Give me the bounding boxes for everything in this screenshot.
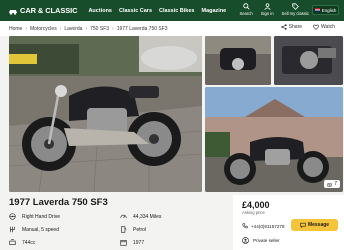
car-logo-icon <box>9 9 17 15</box>
breadcrumb: Home › Motorcycles › Laverda › 750 SF3 ›… <box>9 26 168 32</box>
search-icon <box>242 3 250 10</box>
photo-count-badge[interactable]: 7 <box>324 180 340 188</box>
listing-actions: Share Watch <box>280 24 335 30</box>
photo-gallery: 7 <box>9 36 343 192</box>
seller-type: Private seller <box>253 238 280 243</box>
spec-year: 1977 <box>133 239 145 246</box>
thumbnail-photo <box>205 36 271 85</box>
tag-icon <box>292 3 299 10</box>
breadcrumb-separator: › <box>25 25 28 32</box>
watch-button[interactable]: Watch <box>313 24 335 30</box>
main-nav: Auctions Classic Cars Classic Bikes Maga… <box>88 8 226 14</box>
spec-mileage: 44,334 Miles <box>133 213 162 220</box>
gallery-thumbnail[interactable] <box>205 36 271 85</box>
asking-price: £4,000 <box>242 200 270 210</box>
spec-transmission: Manual, 5 speed <box>22 226 59 233</box>
phone-text: +44(0)91157278 <box>251 223 285 229</box>
logo-text: CAR & CLASSIC <box>20 6 78 15</box>
nav-item-magazine[interactable]: Magazine <box>201 8 226 14</box>
language-selector[interactable]: English <box>312 5 339 15</box>
spec-engine: 744cc <box>22 239 36 246</box>
breadcrumb-model[interactable]: 750 SF3 <box>90 26 109 32</box>
asking-price-label: Asking price <box>242 210 265 215</box>
sign-in-label: Sign in <box>260 11 274 16</box>
calendar-icon <box>120 240 127 246</box>
breadcrumb-separator: › <box>85 25 88 32</box>
language-label: English <box>321 7 337 13</box>
spec-fuel: Petrol <box>133 226 147 233</box>
message-button[interactable]: Message <box>291 219 338 231</box>
fuel-icon <box>121 226 127 233</box>
price-panel: £4,000 Asking price +44(0)91157278 Messa… <box>233 195 344 250</box>
spec-drive: Right Hand Drive <box>22 213 61 220</box>
share-icon <box>280 24 287 30</box>
nav-item-auctions[interactable]: Auctions <box>88 8 112 14</box>
thumbnail-photo <box>205 87 343 192</box>
engine-icon <box>9 239 16 245</box>
motorcycle-photo <box>9 36 202 192</box>
photo-count: 7 <box>334 181 337 187</box>
sell-my-classic-label: Sell my classic <box>281 11 309 16</box>
steering-wheel-icon <box>9 213 16 220</box>
breadcrumb-separator: › <box>59 25 62 32</box>
listing-title: 1977 Laverda 750 SF3 <box>9 197 108 208</box>
person-icon <box>242 237 249 244</box>
share-button[interactable]: Share <box>280 24 303 30</box>
camera-icon <box>327 182 332 187</box>
search-label: Search <box>239 11 253 16</box>
heart-icon <box>313 24 319 30</box>
breadcrumb-bar: Home › Motorcycles › Laverda › 750 SF3 ›… <box>0 21 344 36</box>
gallery-thumbnail[interactable]: 7 <box>205 87 343 192</box>
watch-label: Watch <box>321 24 335 30</box>
spec-item: Right Hand Drive <box>9 213 60 220</box>
gearbox-icon <box>10 226 15 233</box>
search-button[interactable]: Search <box>239 3 253 16</box>
header-actions: Search Sign in Sell my classic <box>239 3 309 16</box>
message-label: Message <box>307 222 330 228</box>
share-label: Share <box>288 24 303 30</box>
uk-flag-icon <box>314 8 320 12</box>
thumbnail-photo <box>274 36 343 85</box>
nav-item-classic-bikes[interactable]: Classic Bikes <box>159 8 194 14</box>
sell-my-classic-button[interactable]: Sell my classic <box>282 3 309 16</box>
seller-info: Private seller <box>242 237 280 244</box>
breadcrumb-laverda[interactable]: Laverda <box>64 26 82 32</box>
spec-item: 44,334 Miles <box>120 213 161 220</box>
top-navigation-bar: CAR & CLASSIC Auctions Classic Cars Clas… <box>0 0 344 21</box>
sign-in-button[interactable]: Sign in <box>261 3 274 16</box>
odometer-icon <box>120 214 127 219</box>
chat-icon <box>300 222 306 228</box>
spec-item: Petrol <box>120 226 146 233</box>
spec-item: Manual, 5 speed <box>9 226 59 233</box>
breadcrumb-separator: › <box>112 25 114 32</box>
spec-item: 1977 <box>120 239 144 246</box>
breadcrumb-motorcycles[interactable]: Motorcycles <box>30 26 57 32</box>
gallery-thumbnail[interactable] <box>274 36 343 85</box>
phone-icon <box>242 223 248 229</box>
site-logo[interactable]: CAR & CLASSIC <box>8 6 78 15</box>
nav-item-classic-cars[interactable]: Classic Cars <box>119 8 152 14</box>
phone-number[interactable]: +44(0)91157278 <box>242 223 285 229</box>
main-photo[interactable] <box>9 36 202 192</box>
breadcrumb-home[interactable]: Home <box>9 26 22 32</box>
spec-item: 744cc <box>9 239 35 246</box>
user-icon <box>264 3 271 10</box>
breadcrumb-current: 1977 Laverda 750 SF3 <box>116 25 168 32</box>
